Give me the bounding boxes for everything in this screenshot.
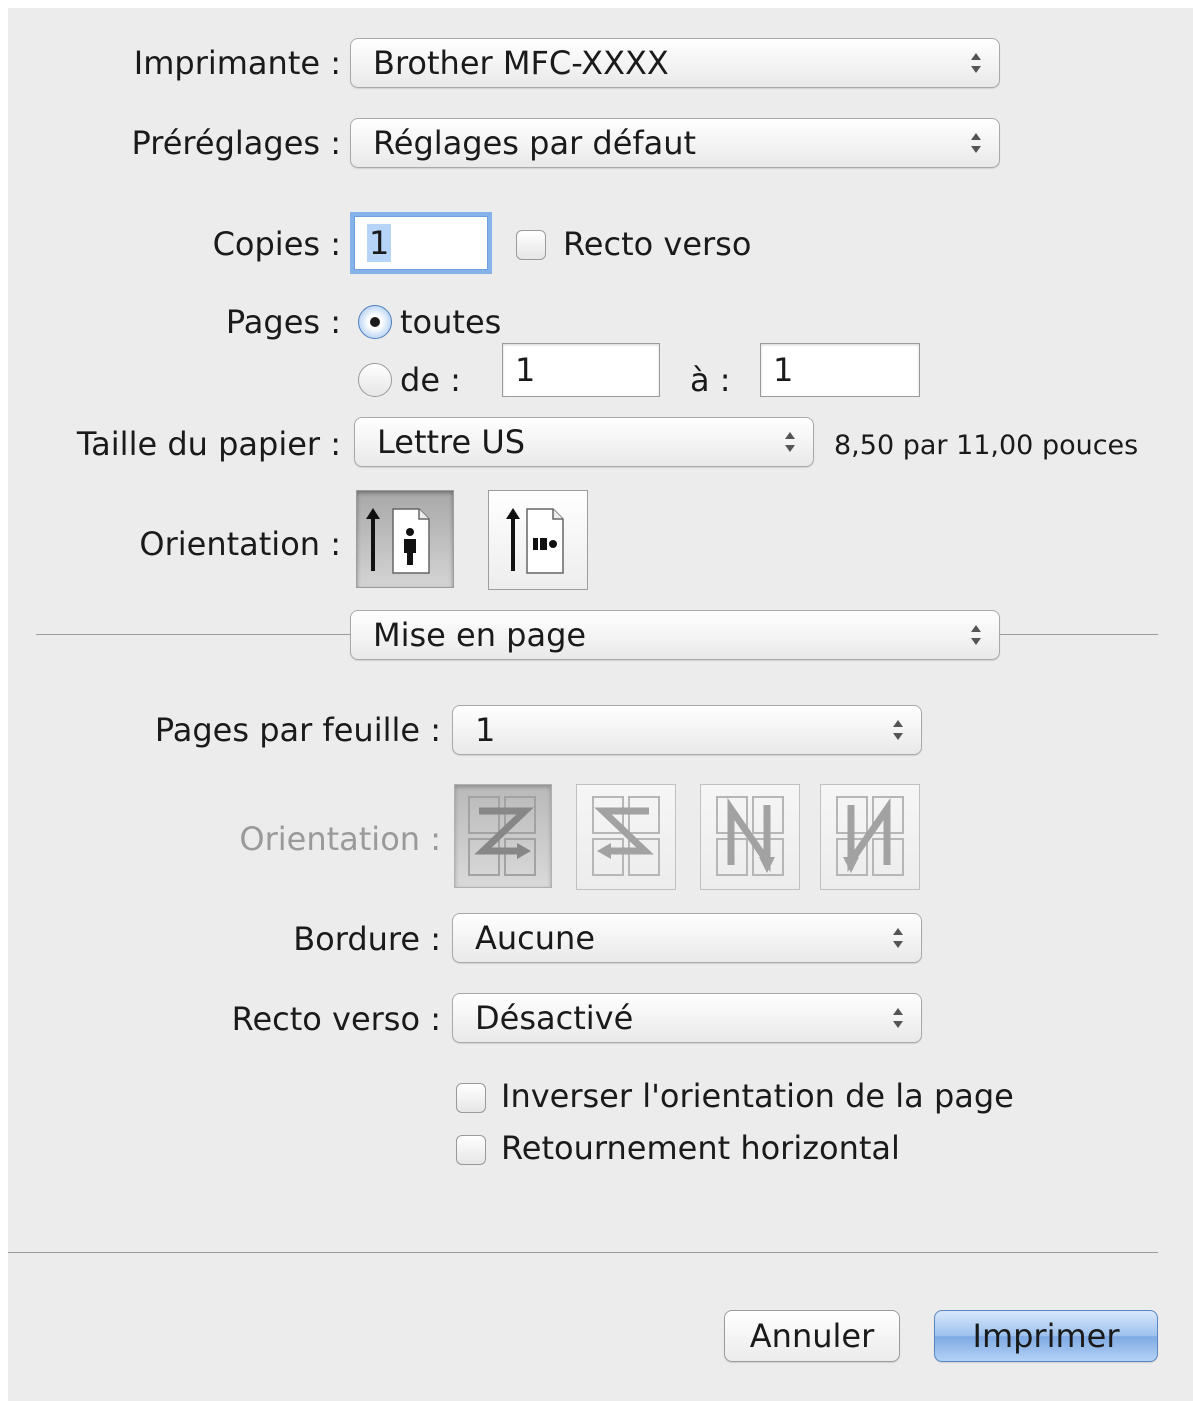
orientation-label: Orientation : [139,525,341,563]
portrait-orientation-button[interactable] [356,490,454,588]
footer-separator [8,1252,1158,1253]
pages-all-label: toutes [400,303,502,341]
popup-arrows-icon [971,133,981,153]
pages-per-sheet-value: 1 [475,711,496,749]
presets-value: Réglages par défaut [373,124,697,162]
reverse-z-layout-button[interactable] [576,784,676,890]
z-layout-button[interactable] [454,784,552,888]
popup-arrows-icon [893,1008,903,1028]
two-sided-label: Recto verso : [231,1000,441,1038]
copies-input[interactable]: 1 [354,216,488,270]
layout-direction-label: Orientation : [239,820,441,858]
presets-popup[interactable]: Réglages par défaut [350,118,1000,168]
border-label: Bordure : [293,920,441,958]
print-dialog: Imprimante : Brother MFC-XXXX Préréglage… [8,8,1193,1401]
copies-value: 1 [367,224,392,262]
pages-label: Pages : [225,303,341,341]
popup-arrows-icon [971,53,981,73]
two-sided-value: Désactivé [475,999,634,1037]
flip-horizontal-checkbox[interactable] [456,1135,486,1165]
reverse-z-layout-icon [592,796,660,876]
reverse-n-layout-icon [836,796,904,876]
popup-arrows-icon [893,720,903,740]
popup-arrows-icon [971,625,981,645]
border-popup[interactable]: Aucune [452,913,922,963]
flip-horizontal-label: Retournement horizontal [501,1129,900,1167]
pages-to-value: 1 [773,351,794,389]
paper-dimensions: 8,50 par 11,00 pouces [834,430,1139,461]
two-sided-popup[interactable]: Désactivé [452,993,922,1043]
reverse-n-layout-button[interactable] [820,784,920,890]
border-value: Aucune [475,919,596,957]
pages-from-value: 1 [515,351,536,389]
reverse-orientation-label: Inverser l'orientation de la page [501,1077,1014,1115]
popup-arrows-icon [893,928,903,948]
print-button[interactable]: Imprimer [934,1310,1158,1362]
pages-to-input[interactable]: 1 [760,343,920,397]
cancel-button[interactable]: Annuler [724,1310,900,1362]
n-layout-button[interactable] [700,784,800,890]
z-layout-icon [468,796,536,876]
paper-size-label: Taille du papier : [76,425,341,463]
pages-per-sheet-label: Pages par feuille : [154,711,441,749]
paper-size-popup[interactable]: Lettre US [354,417,814,467]
portrait-icon [366,508,430,574]
landscape-orientation-button[interactable] [488,490,588,590]
copies-label: Copies : [212,225,341,263]
printer-popup[interactable]: Brother MFC-XXXX [350,38,1000,88]
printer-value: Brother MFC-XXXX [373,44,669,82]
section-separator-left [36,634,352,635]
n-layout-icon [716,796,784,876]
paper-size-value: Lettre US [377,423,526,461]
pages-range-radio[interactable] [358,363,392,397]
pages-per-sheet-popup[interactable]: 1 [452,705,922,755]
pages-from-input[interactable]: 1 [502,343,660,397]
pages-to-label: à : [690,361,731,399]
section-popup-value: Mise en page [373,616,587,654]
presets-label: Préréglages : [131,124,341,162]
duplex-checkbox[interactable] [516,230,546,260]
section-popup[interactable]: Mise en page [350,610,1000,660]
pages-range-label: de : [400,361,461,399]
landscape-icon [506,508,564,574]
printer-label: Imprimante : [133,44,341,82]
section-separator-right [1000,634,1158,635]
reverse-orientation-checkbox[interactable] [456,1083,486,1113]
duplex-label: Recto verso [563,225,752,263]
popup-arrows-icon [785,432,795,452]
pages-all-radio[interactable] [358,305,392,339]
